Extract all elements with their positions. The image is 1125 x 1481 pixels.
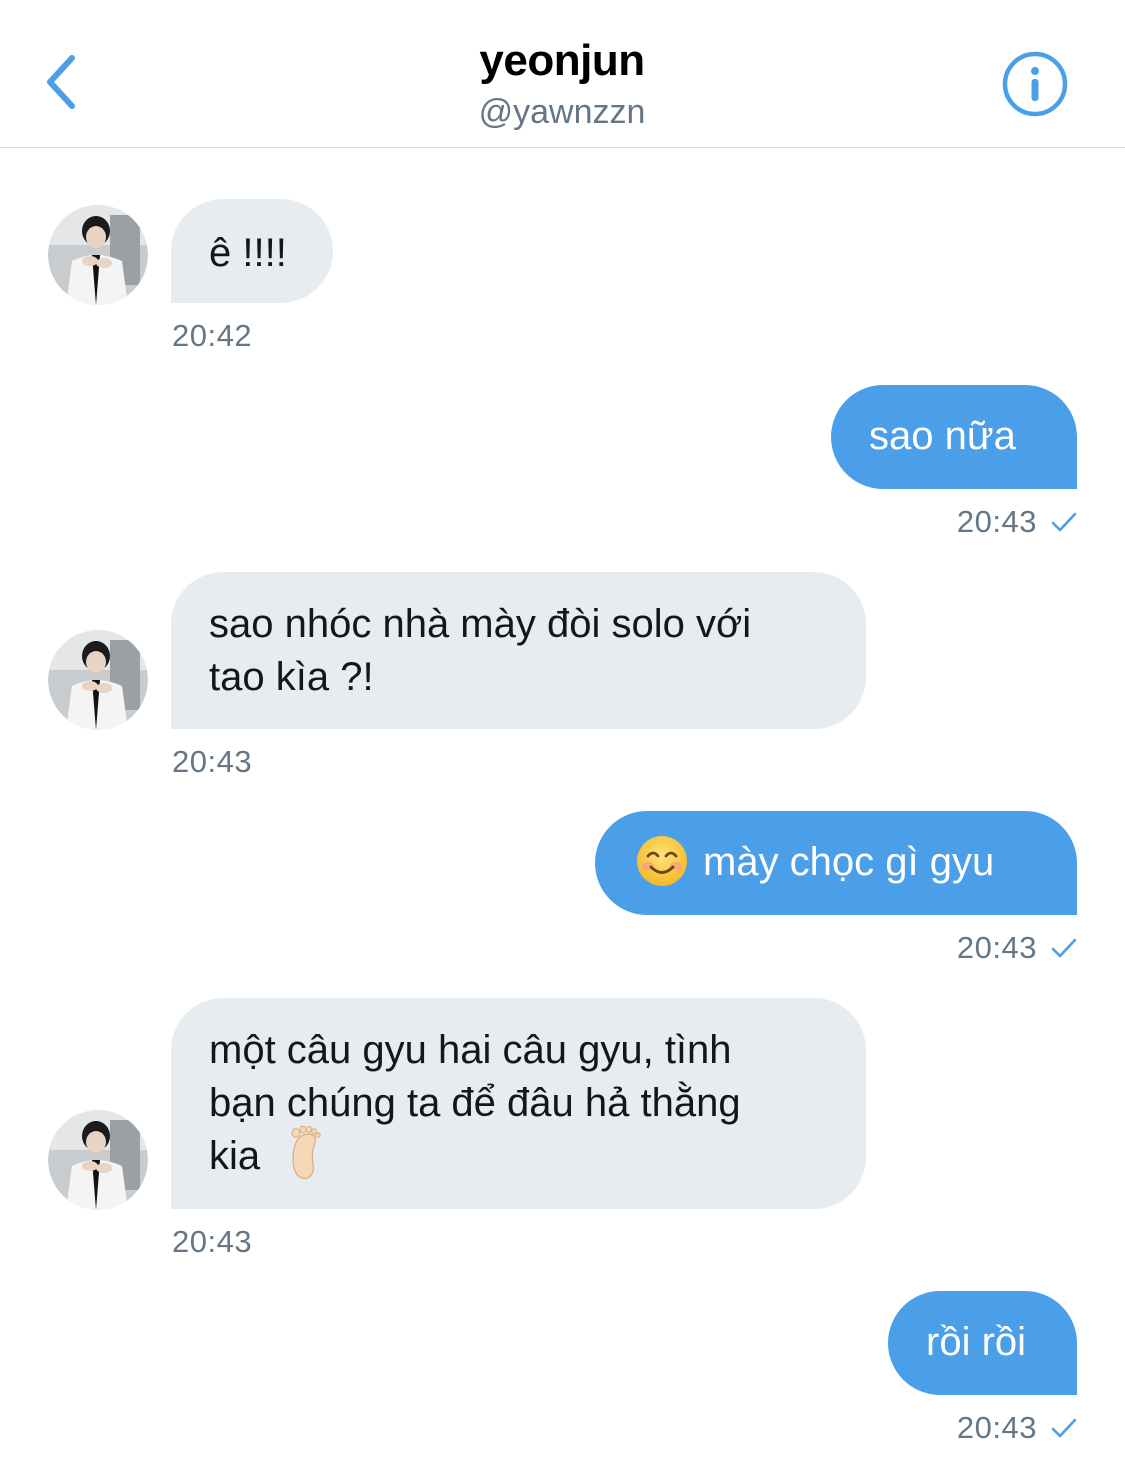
message-timestamp: 20:43 [956,1410,1037,1445]
message-timestamp-row: 20:43 [957,1410,1077,1446]
sent-check-icon [1051,512,1077,532]
back-button[interactable] [30,44,94,120]
message-timestamp: 20:43 [172,744,253,779]
message-text: ê !!!! [209,231,287,275]
contact-handle: @yawnzzn [478,93,646,131]
info-button[interactable] [998,47,1072,121]
message-text-line: tao kìa ?! [209,655,374,699]
received-message-bubble[interactable]: sao nhóc nhà mày đòi solo với tao kìa ?! [171,572,866,729]
message-text-line: sao nhóc nhà mày đòi solo với [209,602,752,646]
sent-message-bubble[interactable]: rồi rồi [888,1291,1077,1395]
sent-message-bubble[interactable]: sao nữa [831,385,1077,489]
contact-name: yeonjun [479,36,645,85]
conversation-header: yeonjun @yawnzzn [0,0,1125,148]
message-timestamp: 20:43 [956,504,1037,539]
message-timestamp: 20:43 [172,1224,253,1259]
sent-message-bubble[interactable]: mày chọc gì gyu [595,811,1077,915]
contact-avatar[interactable] [48,205,148,305]
conversation-title-block[interactable]: yeonjun @yawnzzn [262,30,862,132]
message-text: sao nữa [869,414,1016,458]
message-timestamp: 20:42 [172,318,253,353]
message-text-line: kia [209,1134,261,1178]
sent-check-icon [1051,938,1077,958]
message-text: rồi rồi [926,1320,1027,1364]
sent-check-icon [1051,1418,1077,1438]
message-text-line: bạn chúng ta để đâu hả thằng [209,1081,741,1125]
received-message-bubble[interactable]: một câu gyu hai câu gyu, tình bạn chúng … [171,998,866,1209]
message-text-line-with-emoji: kia [209,1126,828,1183]
message-text: mày chọc gì gyu [703,840,995,884]
contact-avatar[interactable] [48,630,148,730]
chevron-left-icon [47,55,75,109]
received-message-bubble[interactable]: ê !!!! [171,199,333,303]
message-timestamp-row: 20:43 [957,930,1077,966]
foot-icon [291,1126,321,1180]
message-text-line: một câu gyu hai câu gyu, tình [209,1028,732,1072]
message-timestamp-row: 20:43 [957,504,1077,540]
smiling-face-icon [637,836,687,887]
contact-avatar[interactable] [48,1110,148,1210]
message-timestamp: 20:43 [956,930,1037,965]
info-icon [1002,51,1068,117]
